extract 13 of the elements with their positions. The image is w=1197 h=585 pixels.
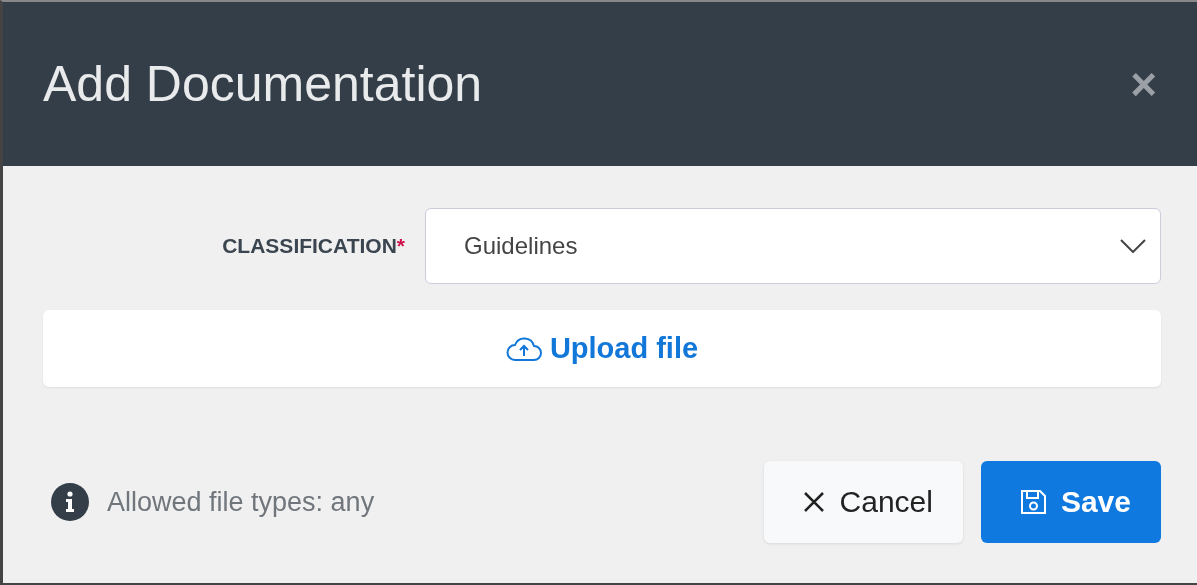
info-icon [51,483,89,521]
save-icon [1018,488,1047,516]
dialog-title: Add Documentation [43,55,483,113]
upload-button[interactable]: Upload file [43,310,1161,387]
hint-text: Allowed file types: any [107,486,375,518]
field-label: CLASSIFICATION* [222,234,405,258]
close-icon [801,490,826,514]
cloud-upload-icon [505,335,542,362]
classification-dropdown[interactable]: Guidelines [425,208,1161,284]
chevron-down-icon [1120,239,1146,253]
cancel-button[interactable]: Cancel [763,461,963,543]
close-button[interactable]: × [1130,61,1157,107]
save-button[interactable]: Save [980,461,1161,543]
